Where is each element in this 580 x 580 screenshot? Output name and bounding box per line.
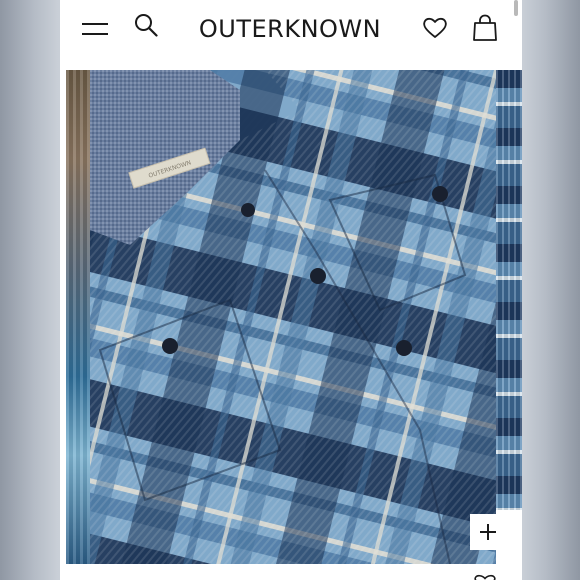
product-info-strip bbox=[60, 564, 522, 580]
search-icon[interactable] bbox=[134, 13, 158, 37]
hamburger-menu-icon[interactable] bbox=[82, 20, 108, 40]
previous-product-image[interactable] bbox=[66, 70, 90, 564]
scrollbar[interactable] bbox=[514, 0, 518, 16]
heart-icon[interactable] bbox=[422, 15, 448, 41]
shopping-bag-icon[interactable] bbox=[472, 14, 498, 42]
zoom-plus-icon[interactable] bbox=[470, 514, 506, 550]
product-image-gallery[interactable]: OUTERKNOWN bbox=[60, 70, 522, 564]
brand-logo[interactable]: OUTERKNOWN bbox=[190, 14, 390, 44]
plaid-shirt-image: OUTERKNOWN bbox=[90, 70, 496, 564]
site-header: OUTERKNOWN bbox=[60, 0, 522, 66]
product-wishlist-heart-icon[interactable] bbox=[472, 574, 498, 580]
mobile-page: OUTERKNOWN OUTERKNOWN bbox=[60, 0, 522, 580]
next-product-image[interactable] bbox=[496, 70, 522, 510]
product-photo[interactable]: OUTERKNOWN bbox=[90, 70, 496, 564]
